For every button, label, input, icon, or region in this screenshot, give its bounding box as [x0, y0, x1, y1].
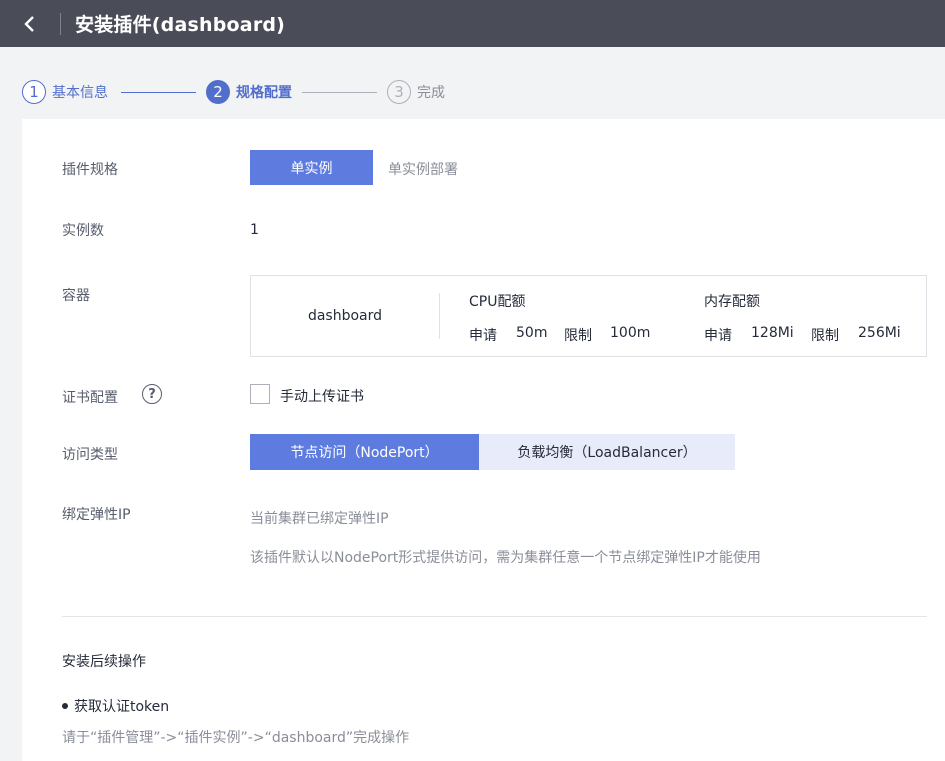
- access-type-label: 访问类型: [62, 447, 118, 463]
- step-number: 1: [22, 80, 46, 104]
- header-divider: [60, 12, 61, 35]
- memory-request-value: 128Mi: [751, 325, 794, 341]
- container-divider: [439, 293, 440, 339]
- container-label: 容器: [62, 288, 90, 304]
- eip-status-text: 当前集群已绑定弹性IP: [250, 511, 389, 527]
- step-connector: [121, 91, 196, 93]
- eip-hint-text: 该插件默认以NodePort形式提供访问，需为集群任意一个节点绑定弹性IP才能使…: [250, 550, 761, 566]
- memory-request-label: 申请: [704, 328, 732, 344]
- followup-title: 安装后续操作: [62, 654, 146, 670]
- followup-item: 获取认证token: [62, 696, 169, 716]
- bullet-icon: [62, 703, 68, 709]
- container-box: dashboard CPU配额 申请 50m 限制 100m 内存配额 申请 1…: [250, 275, 927, 357]
- access-loadbalancer-button[interactable]: 负载均衡（LoadBalancer）: [479, 434, 735, 470]
- help-icon[interactable]: ?: [142, 384, 162, 404]
- instances-label: 实例数: [62, 223, 104, 239]
- chevron-left-icon: [24, 15, 34, 32]
- page-title: 安装插件(dashboard): [75, 14, 286, 36]
- cpu-request-value: 50m: [516, 325, 548, 341]
- stepper: 1 基本信息 2 规格配置 3 完成: [22, 78, 445, 106]
- spec-label: 插件规格: [62, 162, 118, 178]
- upload-cert-checkbox[interactable]: [250, 384, 270, 404]
- memory-quota-title: 内存配额: [704, 294, 760, 310]
- instances-value: 1: [250, 222, 259, 238]
- cpu-quota-title: CPU配额: [469, 294, 526, 310]
- step-complete: 3 完成: [387, 80, 445, 104]
- upload-cert-label[interactable]: 手动上传证书: [280, 386, 364, 406]
- container-name: dashboard: [307, 308, 383, 324]
- step-number: 3: [387, 80, 411, 104]
- cpu-request-label: 申请: [469, 328, 497, 344]
- memory-limit-label: 限制: [811, 328, 839, 344]
- cpu-limit-label: 限制: [564, 328, 592, 344]
- memory-limit-value: 256Mi: [858, 325, 901, 341]
- eip-label: 绑定弹性IP: [62, 507, 131, 523]
- step-connector: [302, 91, 377, 93]
- section-divider: [62, 616, 927, 617]
- spec-description: 单实例部署: [388, 162, 458, 178]
- step-basic-info[interactable]: 1 基本信息: [22, 80, 108, 104]
- step-label: 基本信息: [52, 85, 108, 101]
- single-instance-button[interactable]: 单实例: [250, 150, 373, 185]
- access-nodeport-button[interactable]: 节点访问（NodePort）: [250, 434, 479, 470]
- back-button[interactable]: [0, 0, 60, 47]
- cert-label: 证书配置: [62, 390, 118, 406]
- step-spec-config: 2 规格配置: [206, 80, 292, 104]
- step-label: 规格配置: [236, 85, 292, 101]
- page-header: 安装插件(dashboard): [0, 0, 945, 47]
- step-number: 2: [206, 80, 230, 104]
- followup-item-text: 获取认证token: [74, 699, 170, 715]
- step-label: 完成: [417, 85, 445, 101]
- followup-description: 请于“插件管理”->“插件实例”->“dashboard”完成操作: [62, 730, 410, 746]
- config-card: 插件规格 单实例 单实例部署 实例数 1 容器 dashboard CPU配额 …: [22, 119, 945, 761]
- cpu-limit-value: 100m: [610, 325, 651, 341]
